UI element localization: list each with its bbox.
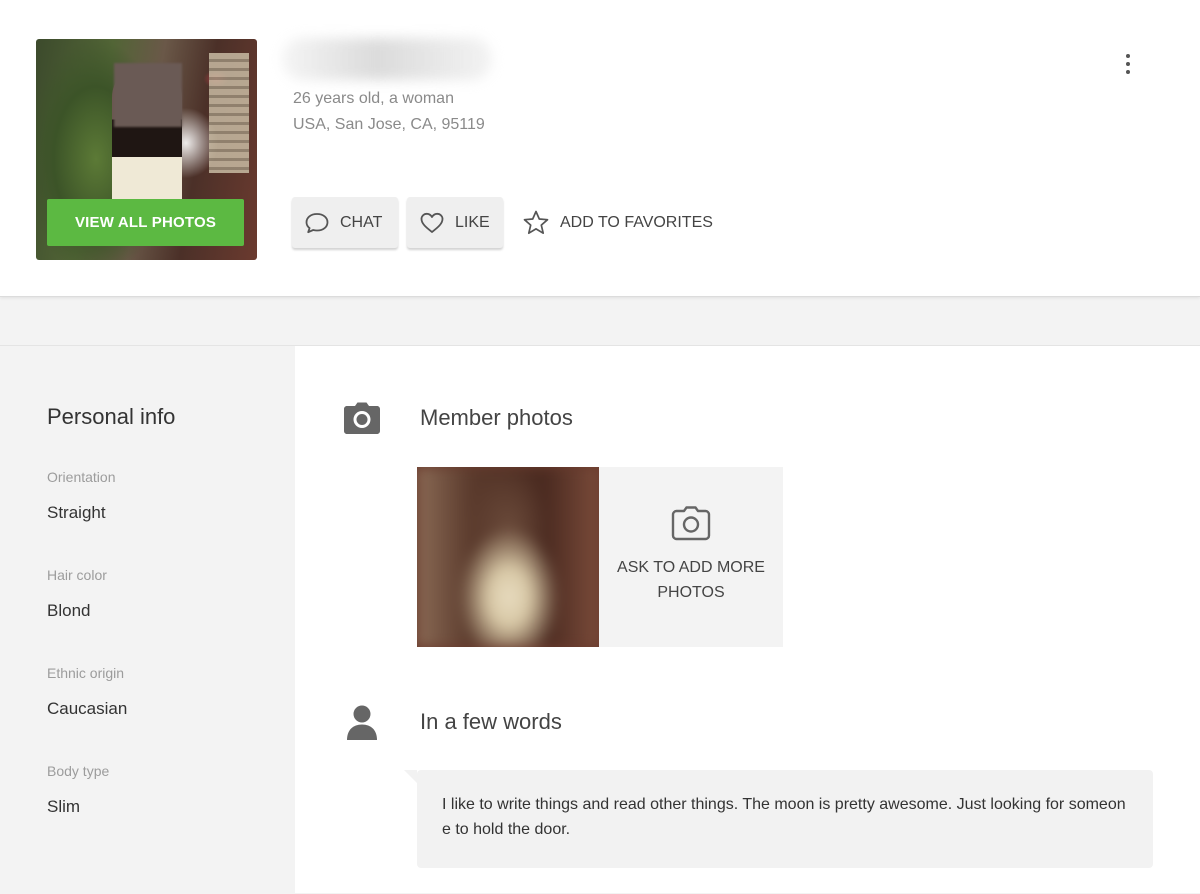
chat-button[interactable]: CHAT bbox=[292, 197, 398, 248]
like-button-label: LIKE bbox=[455, 213, 490, 231]
photo-background-window bbox=[209, 53, 249, 173]
profile-age-gender: 26 years old, a woman bbox=[293, 90, 454, 107]
ask-to-add-more-photos-label: ASK TO ADD MORE PHOTOS bbox=[617, 559, 765, 601]
attribute-label-ethnic-origin: Ethnic origin bbox=[47, 665, 125, 681]
attribute-value-body-type: Slim bbox=[47, 797, 81, 816]
chat-button-label: CHAT bbox=[340, 213, 383, 231]
bio-text: I like to write things and read other th… bbox=[442, 796, 1126, 838]
vertical-dots-icon-dot bbox=[1126, 62, 1130, 66]
add-to-favorites-button[interactable]: ADD TO FAVORITES bbox=[522, 206, 713, 240]
attribute-label-body-type: Body type bbox=[47, 763, 110, 779]
bio-speech-bubble: I like to write things and read other th… bbox=[404, 770, 1153, 868]
attribute-label-hair-color: Hair color bbox=[47, 567, 107, 583]
personal-info-sidebar: Personal info Orientation Straight Hair … bbox=[0, 346, 295, 894]
like-button[interactable]: LIKE bbox=[407, 197, 503, 248]
profile-location: USA, San Jose, CA, 95119 bbox=[293, 116, 485, 133]
view-all-photos-button[interactable]: VIEW ALL PHOTOS bbox=[47, 199, 244, 246]
profile-details-panel: Personal info Orientation Straight Hair … bbox=[0, 345, 1200, 894]
attribute-label-orientation: Orientation bbox=[47, 469, 116, 485]
add-to-favorites-label: ADD TO FAVORITES bbox=[560, 214, 713, 231]
member-photo-blurred-content bbox=[417, 467, 599, 647]
photo-face-blur bbox=[114, 63, 182, 127]
camera-outline-icon bbox=[671, 505, 711, 541]
vertical-dots-icon bbox=[1126, 54, 1130, 58]
member-photo-thumbnail[interactable] bbox=[417, 467, 599, 647]
profile-name-blurred bbox=[282, 38, 492, 80]
personal-info-title: Personal info bbox=[47, 404, 176, 429]
heart-icon bbox=[419, 211, 445, 235]
ask-to-add-more-photos-button[interactable]: ASK TO ADD MORE PHOTOS bbox=[599, 467, 783, 647]
attribute-value-ethnic-origin: Caucasian bbox=[47, 699, 128, 718]
vertical-dots-icon-dot bbox=[1126, 70, 1130, 74]
profile-header-card: VIEW ALL PHOTOS 26 years old, a woman US… bbox=[0, 0, 1200, 297]
camera-icon bbox=[342, 398, 382, 438]
star-icon bbox=[522, 209, 550, 237]
more-options-menu[interactable] bbox=[1116, 50, 1140, 78]
speech-bubble-icon bbox=[304, 211, 330, 235]
person-icon bbox=[342, 702, 382, 742]
in-a-few-words-title: In a few words bbox=[420, 709, 562, 734]
attribute-value-orientation: Straight bbox=[47, 503, 106, 522]
member-photos-title: Member photos bbox=[420, 405, 573, 430]
profile-main-photo[interactable]: VIEW ALL PHOTOS bbox=[36, 39, 257, 260]
attribute-value-hair-color: Blond bbox=[47, 601, 91, 620]
